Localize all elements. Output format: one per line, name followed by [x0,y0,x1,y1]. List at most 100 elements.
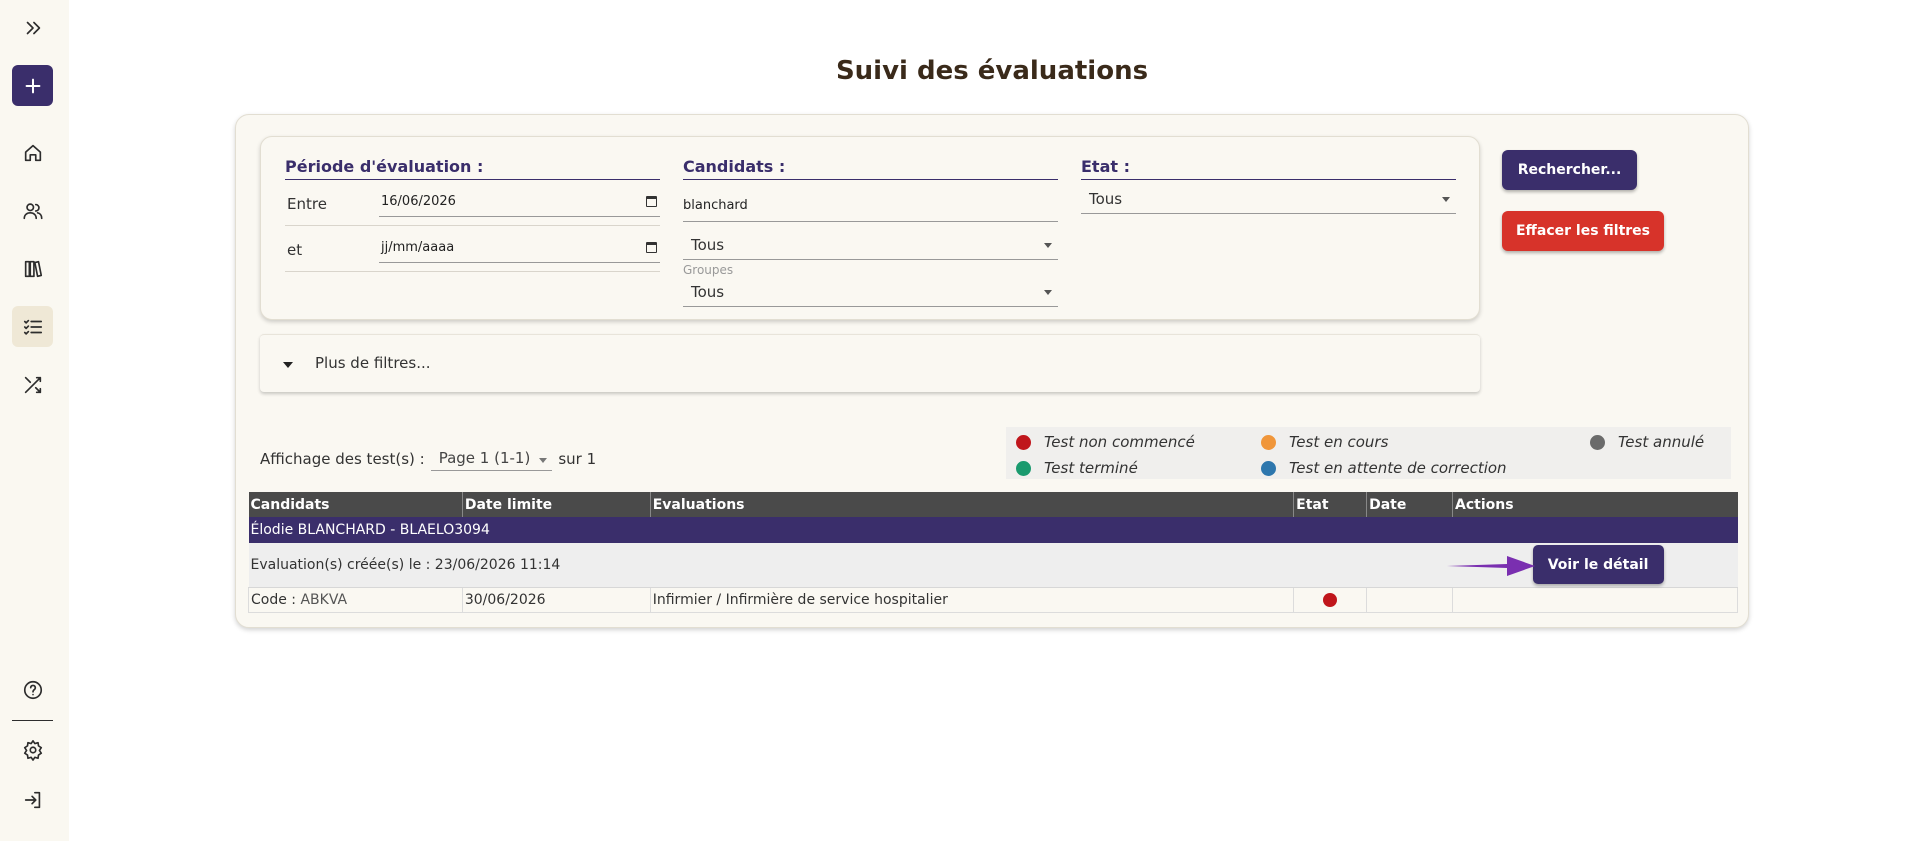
calendar-icon[interactable] [646,242,657,253]
state-select[interactable]: Tous [1081,184,1456,214]
add-button[interactable] [12,65,53,106]
status-dot [1016,434,1031,450]
column-header[interactable]: Candidats [248,492,463,517]
view-detail-button[interactable]: Voir le détail [1532,545,1664,585]
books-icon [24,260,42,277]
logout-button[interactable] [12,779,53,820]
period-end-row: et jj/mm/aaaa [285,226,660,272]
state-cell [1293,586,1368,613]
search-button[interactable]: Rechercher... [1502,150,1637,190]
legend-item: Test en cours [1261,433,1388,451]
state-select-value: Tous [1089,190,1123,208]
period-start-label: Entre [287,195,327,213]
chevron-down-icon [1044,290,1052,295]
code-cell: Code : ABKVA [248,586,463,613]
main-card: Période d'évaluation : Entre 16/06/2026 … [235,114,1749,628]
status-dot [1590,434,1605,450]
sidebar-divider [12,720,53,721]
creation-info: Evaluation(s) créée(s) le : 23/06/2026 1… [250,556,561,573]
clear-filters-button[interactable]: Effacer les filtres [1502,211,1664,251]
date-cell [1366,586,1454,613]
candidate-name: Élodie BLANCHARD - BLAELO3094 [248,517,1738,543]
sidebar-item-library[interactable] [12,248,53,289]
period-filter: Période d'évaluation : Entre 16/06/2026 … [285,157,660,272]
column-header[interactable]: Evaluations [650,492,1295,517]
legend-label: Test annulé [1618,433,1705,451]
candidate-group-row: Élodie BLANCHARD - BLAELO3094 [248,517,1738,543]
code-label: Code : [251,591,297,608]
column-header[interactable]: Actions [1452,492,1738,517]
chevron-down-icon [1442,197,1450,202]
pager: Affichage des test(s) : Page 1 (1-1) sur… [260,446,596,471]
period-start-date-value: 16/06/2026 [381,194,456,209]
page-select[interactable]: Page 1 (1-1) [430,446,553,471]
expand-sidebar-button[interactable] [12,7,53,48]
legend-label: Test en attente de correction [1289,459,1507,477]
period-end-date-value: jj/mm/aaaa [381,240,455,255]
column-header[interactable]: Date [1366,492,1454,517]
candidate-search-value: blanchard [683,198,748,213]
more-filters-label: Plus de filtres... [315,354,431,372]
legend-item: Test non commencé [1016,433,1195,451]
table-row: Code : ABKVA 30/06/2026 Infirmier / Infi… [248,586,1738,613]
candidate-select[interactable]: Tous [683,230,1058,260]
page-select-value: Page 1 (1-1) [438,449,531,467]
deadline-cell: 30/06/2026 [461,586,651,613]
groups-select[interactable]: Tous [683,277,1058,307]
sidebar [0,0,69,841]
settings-button[interactable] [12,729,53,770]
period-end-date-input[interactable]: jj/mm/aaaa [379,236,660,263]
legend-label: Test terminé [1044,459,1138,477]
column-header[interactable]: Date limite [462,492,651,517]
pager-label: Affichage des test(s) : [260,449,425,468]
page-title: Suivi des évaluations [835,56,1149,86]
calendar-icon[interactable] [646,196,657,207]
status-dot [1016,460,1031,476]
candidates-heading: Candidats : [683,157,1058,180]
actions-cell [1452,586,1738,613]
table-header-row: Candidats Date limite Evaluations Etat D… [248,492,1738,517]
period-end-label: et [287,241,303,259]
gear-icon [23,739,42,761]
creation-info-cell: Evaluation(s) créée(s) le : 23/06/2026 1… [248,543,1535,588]
users-icon [22,202,43,219]
more-filters-toggle[interactable]: Plus de filtres... [260,334,1480,392]
status-dot [1323,592,1338,607]
status-dot [1261,434,1276,450]
groups-select-value: Tous [691,283,725,301]
filter-panel: Période d'évaluation : Entre 16/06/2026 … [260,136,1480,320]
column-header[interactable]: Etat [1293,492,1368,517]
legend-label: Test en cours [1289,433,1389,451]
legend-item: Test annulé [1590,433,1704,451]
code-value: ABKVA [300,591,348,608]
candidates-filter: Candidats : blanchard Tous Groupes Tous [683,157,1058,307]
evaluations-table: Candidats Date limite Evaluations Etat D… [248,492,1738,613]
sidebar-item-home[interactable] [12,132,53,173]
legend-label: Test non commencé [1044,433,1195,451]
caret-down-icon [283,362,293,368]
logout-icon [24,791,40,808]
legend-item: Test terminé [1016,459,1138,477]
candidate-search-input[interactable]: blanchard [683,180,1058,222]
pager-suffix: sur 1 [558,449,597,468]
legend-item: Test en attente de correction [1261,459,1507,477]
state-filter: Etat : Tous [1081,157,1456,214]
period-start-date-input[interactable]: 16/06/2026 [379,190,660,217]
creation-row: Evaluation(s) créée(s) le : 23/06/2026 1… [248,543,1738,588]
sidebar-item-shuffle[interactable] [12,364,53,405]
sidebar-item-users[interactable] [12,190,53,231]
plus-icon [25,78,40,93]
help-button[interactable] [12,669,53,710]
arrow-right-icon [1446,556,1535,576]
home-icon [24,144,41,161]
state-heading: Etat : [1081,157,1456,180]
checklist-icon [23,319,42,335]
candidate-select-value: Tous [691,236,725,254]
evaluation-cell: Infirmier / Infirmière de service hospit… [649,586,1295,613]
chevron-down-icon [1044,243,1052,248]
sidebar-item-evaluations[interactable] [12,306,53,347]
status-legend: Test non commencé Test en cours Test ann… [1006,427,1731,479]
period-start-row: Entre 16/06/2026 [285,180,660,226]
groups-label: Groupes [683,263,734,277]
help-circle-icon [23,680,42,699]
